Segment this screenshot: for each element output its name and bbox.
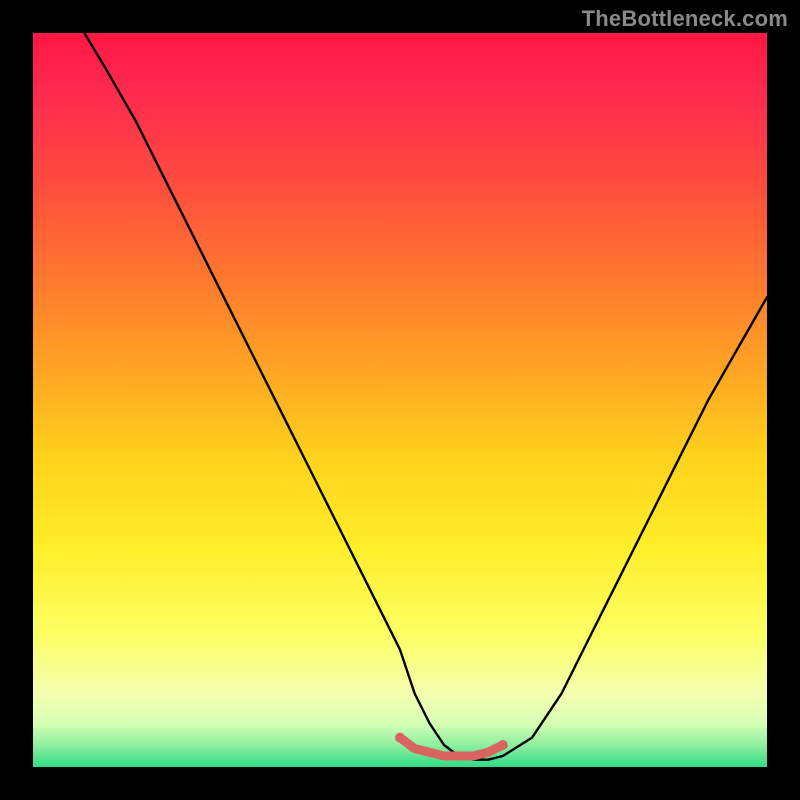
bottleneck-curve xyxy=(84,33,767,760)
highlight-dot xyxy=(395,733,405,743)
curve-overlay xyxy=(33,33,767,767)
highlight-segment xyxy=(400,738,503,756)
chart-frame: TheBottleneck.com xyxy=(0,0,800,800)
highlight-dot xyxy=(498,740,508,750)
attribution-text: TheBottleneck.com xyxy=(582,6,788,32)
plot-area xyxy=(33,33,767,767)
